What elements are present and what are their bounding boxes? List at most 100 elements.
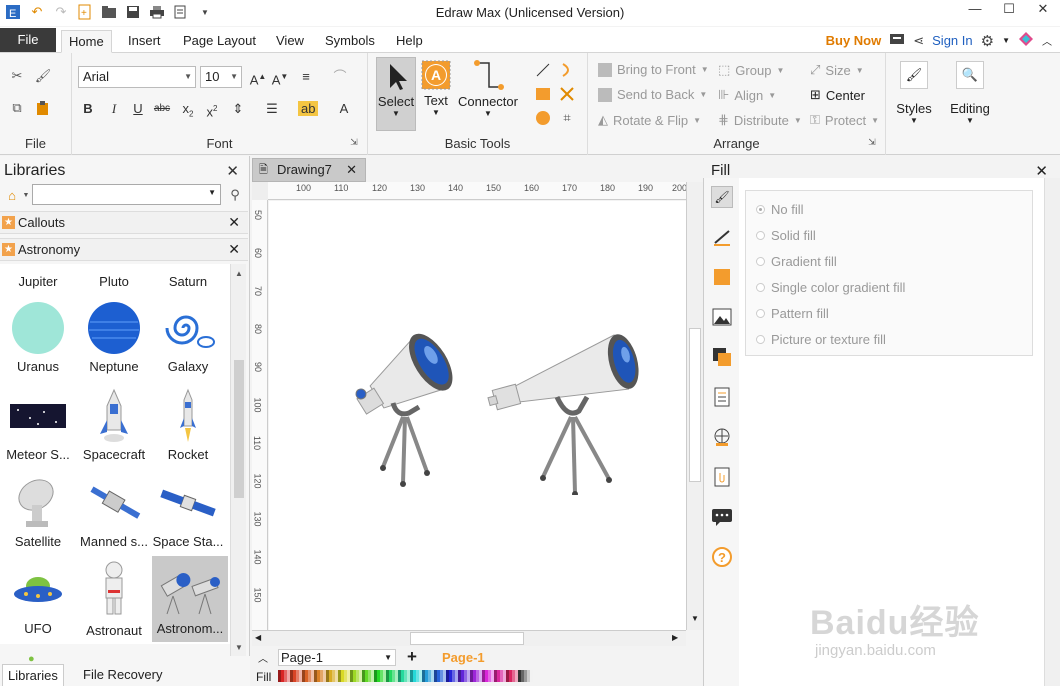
fill-option-picture-texture[interactable]: Picture or texture fill [756,332,886,347]
buy-now-link[interactable]: Buy Now [826,33,882,48]
fill-option-gradient-fill[interactable]: Gradient fill [756,254,837,269]
shape-meteor-shower[interactable]: Meteor S... [0,384,76,468]
page-tab-active[interactable]: Page-1 [442,650,485,665]
fill-option-pattern-fill[interactable]: Pattern fill [756,306,829,321]
superscript-icon[interactable]: x2 [202,99,222,119]
size-button[interactable]: ⤢ Size ▼ [810,62,864,78]
color-swatches[interactable] [278,670,533,682]
font-size-select[interactable]: 10 ▼ [200,66,242,88]
shape-astronaut[interactable]: Astronaut [76,558,152,644]
tab-view[interactable]: View [269,30,311,53]
fill-option-solid-fill[interactable]: Solid fill [756,228,816,243]
font-dialog-launcher-icon[interactable]: ⇲ [345,133,363,151]
library-search-input[interactable]: ▼ [32,184,221,205]
pen-tool-icon[interactable] [558,85,576,103]
library-scroll-up-icon[interactable]: ▲ [231,264,247,282]
cart-icon[interactable] [889,32,905,49]
arrange-dialog-launcher-icon[interactable]: ⇲ [863,133,881,151]
canvas-scroll-right-icon[interactable]: ▶ [672,633,678,642]
page-panel-icon[interactable] [711,386,733,408]
bullet-list-icon[interactable]: ☰ [262,99,282,119]
subscript-icon[interactable]: x2 [178,99,198,119]
file-recovery-tab[interactable]: File Recovery [78,664,167,685]
text-direction-icon[interactable]: ⌒ [330,67,350,87]
format-painter-icon[interactable]: 🖌 [34,67,52,85]
settings-gear-icon[interactable]: ⚙ [981,32,994,50]
settings-dropdown-icon[interactable]: ▼ [1002,36,1010,45]
distribute-button[interactable]: ⋕ Distribute ▼ [718,112,802,128]
add-page-icon[interactable]: + [407,647,417,667]
align-button[interactable]: ⊪ Align ▼ [718,87,776,103]
shape-uranus[interactable]: Uranus [0,296,76,380]
shape-ufo[interactable]: UFO [0,558,76,644]
shape-galaxy[interactable]: Galaxy [150,296,226,380]
canvas-vscroll-thumb[interactable] [689,328,701,482]
library-search-icon[interactable]: ⚲ [226,186,244,204]
rectangle-tool-icon[interactable] [534,85,552,103]
protect-button[interactable]: ⚿ Protect ▼ [810,112,879,128]
canvas-vertical-scrollbar[interactable]: ▼ [686,182,703,630]
canvas-horizontal-scrollbar[interactable]: ◀ ▶ [252,630,686,646]
category-astronomy[interactable]: ★ Astronomy ✕ [0,238,248,261]
comment-panel-icon[interactable] [711,506,733,528]
shape-space-station[interactable]: Space Sta... [150,471,226,555]
font-color-icon[interactable]: A [334,99,354,119]
tab-insert[interactable]: Insert [121,30,168,53]
font-family-select[interactable]: Arial ▼ [78,66,196,88]
text-align-icon[interactable]: ≡ [296,67,316,87]
highlight-icon[interactable]: ab [298,99,319,119]
maximize-icon[interactable]: ☐ [992,0,1026,20]
ellipse-tool-icon[interactable] [534,109,552,127]
category-callouts[interactable]: ★ Callouts ✕ [0,211,248,234]
telescope-right[interactable] [483,325,653,495]
cut-icon[interactable]: ✂ [8,67,26,85]
image-panel-icon[interactable] [711,306,733,328]
canvas-scroll-left-icon[interactable]: ◀ [255,633,261,642]
tab-help[interactable]: Help [389,30,430,53]
grow-font-icon[interactable]: A▲ [248,67,268,87]
library-scroll-thumb[interactable] [234,360,244,498]
navigation-panel-icon[interactable] [711,426,733,448]
tab-page-layout[interactable]: Page Layout [176,30,263,53]
line-panel-icon[interactable] [711,226,733,248]
canvas-scroll-down-icon[interactable]: ▼ [691,614,699,623]
bring-to-front-button[interactable]: Bring to Front ▼ [598,62,709,77]
document-tab-close-icon[interactable]: ✕ [346,159,357,181]
layers-panel-icon[interactable] [711,346,733,368]
library-scrollbar[interactable]: ▲ ▼ [230,264,246,656]
group-button[interactable]: ⬚ Group ▼ [718,62,784,78]
fill-panel-icon[interactable]: 🖌 [711,186,733,208]
page-bar-collapse-icon[interactable]: ︿ [258,650,268,665]
category-astronomy-close-icon[interactable]: ✕ [228,239,240,260]
send-to-back-button[interactable]: Send to Back ▼ [598,87,707,102]
shape-spacecraft[interactable]: Spacecraft [76,384,152,468]
connector-tool-button[interactable]: Connector ▼ [456,57,520,131]
editing-button[interactable]: 🔍 Editing ▼ [946,61,994,145]
minimize-icon[interactable]: — [958,0,992,20]
shape-jupiter[interactable]: Jupiter [0,274,76,289]
fill-panel-scrollbar[interactable] [1044,178,1060,686]
underline-icon[interactable]: U [128,99,148,119]
center-button[interactable]: ⊞ Center [810,87,865,103]
shape-manned-spacecraft[interactable]: Manned s... [76,471,152,555]
strikethrough-icon[interactable]: abc [152,99,172,119]
shape-rocket[interactable]: Rocket [150,384,226,468]
italic-icon[interactable]: I [104,99,124,119]
color-swatch[interactable] [530,670,533,682]
styles-button[interactable]: 🖌 Styles ▼ [892,61,936,145]
close-window-icon[interactable]: ✕ [1026,0,1060,20]
line-spacing-icon[interactable]: ⇕ [228,99,248,119]
shape-saturn[interactable]: Saturn [150,274,226,289]
sign-in-link[interactable]: Sign In [932,33,972,48]
fill-option-no-fill[interactable]: No fill [756,202,804,217]
shape-astronomical-telescope[interactable]: Astronom... [152,556,228,642]
text-tool-button[interactable]: A Text ▼ [418,57,454,131]
shrink-font-icon[interactable]: A▼ [270,67,290,87]
canvas-hscroll-thumb[interactable] [410,632,524,645]
file-tab[interactable]: File [0,28,56,52]
shape-satellite[interactable]: Satellite [0,471,76,555]
paste-icon[interactable] [34,99,52,117]
arc-tool-icon[interactable] [558,61,576,79]
help-panel-icon[interactable]: ? [711,546,733,568]
tab-home[interactable]: Home [61,30,112,53]
